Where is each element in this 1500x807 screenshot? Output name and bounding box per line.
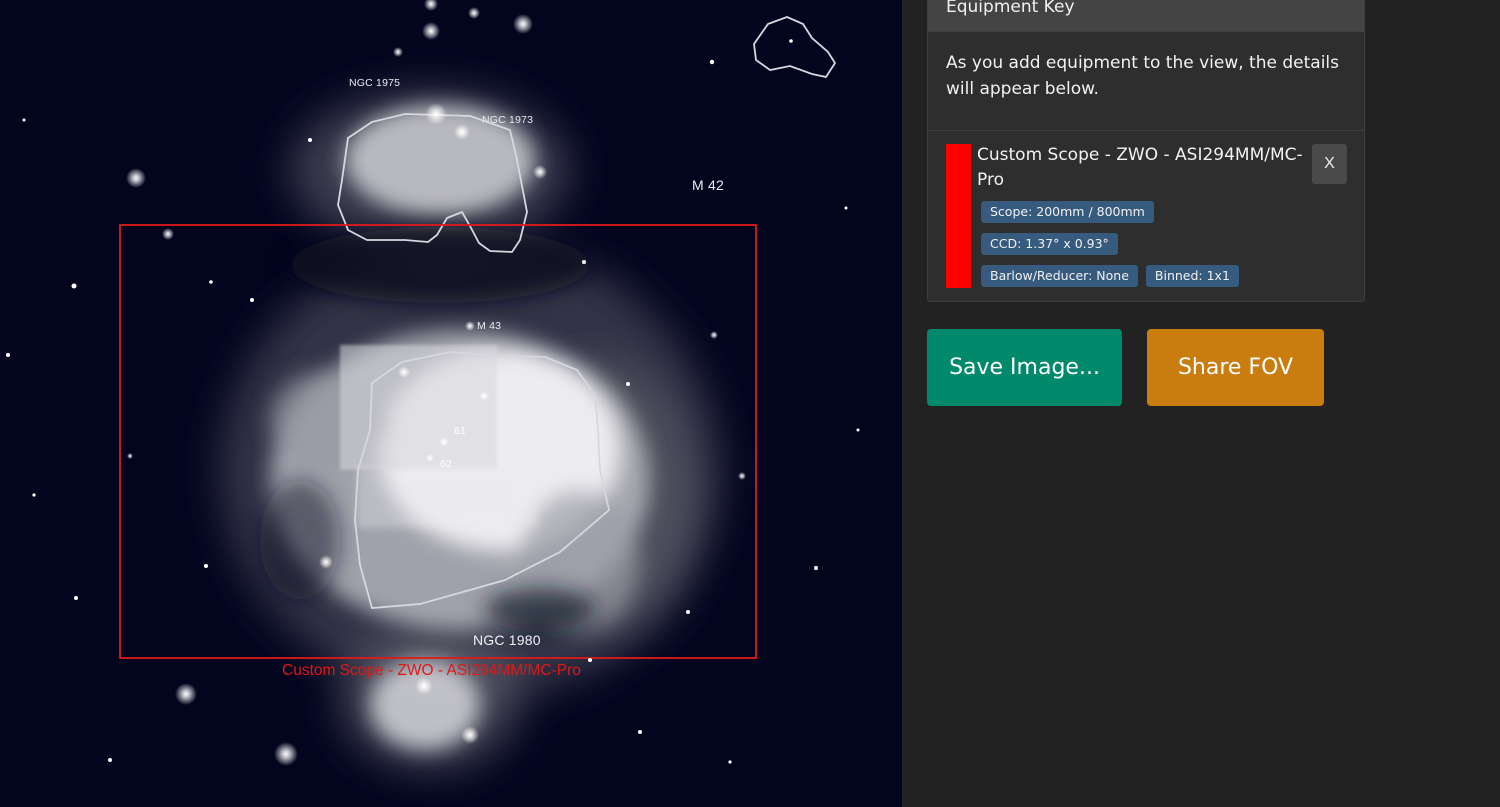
- equipment-name: Custom Scope - ZWO - ASI294MM/MC-Pro: [977, 145, 1303, 190]
- badge-binned: Binned: 1x1: [1145, 265, 1239, 287]
- fov-label: Custom Scope - ZWO - ASI294MM/MC-Pro: [282, 662, 581, 679]
- label-ngc1980: NGC 1980: [473, 632, 541, 648]
- nebula-image: [6, 0, 860, 770]
- label-61: 61: [454, 425, 467, 437]
- share-fov-button[interactable]: Share FOV: [1147, 329, 1324, 406]
- equipment-key-card: Equipment Key As you add equipment to th…: [927, 0, 1365, 302]
- equipment-item: Custom Scope - ZWO - ASI294MM/MC-Pro X S…: [928, 131, 1364, 299]
- badge-ccd: CCD: 1.37° x 0.93°: [981, 233, 1118, 255]
- save-image-button[interactable]: Save Image...: [927, 329, 1122, 406]
- label-ngc1975: NGC 1975: [349, 77, 401, 89]
- card-intro-text: As you add equipment to the view, the de…: [928, 32, 1364, 131]
- equipment-panel: Equipment Key As you add equipment to th…: [902, 0, 1500, 807]
- badge-scope: Scope: 200mm / 800mm: [981, 201, 1154, 223]
- equipment-badges: Scope: 200mm / 800mm CCD: 1.37° x 0.93° B…: [981, 201, 1301, 297]
- label-m43: M 43: [477, 320, 502, 332]
- equipment-color-swatch: [946, 144, 971, 288]
- badge-barlow: Barlow/Reducer: None: [981, 265, 1138, 287]
- remove-equipment-button[interactable]: X: [1312, 144, 1347, 184]
- sky-view[interactable]: NGC 1975 NGC 1973 M 42 M 43 61 62 NGC 19…: [0, 0, 902, 807]
- label-m42: M 42: [692, 177, 724, 193]
- label-ngc1973: NGC 1973: [482, 114, 534, 126]
- label-62: 62: [440, 458, 453, 470]
- card-header: Equipment Key: [928, 0, 1364, 32]
